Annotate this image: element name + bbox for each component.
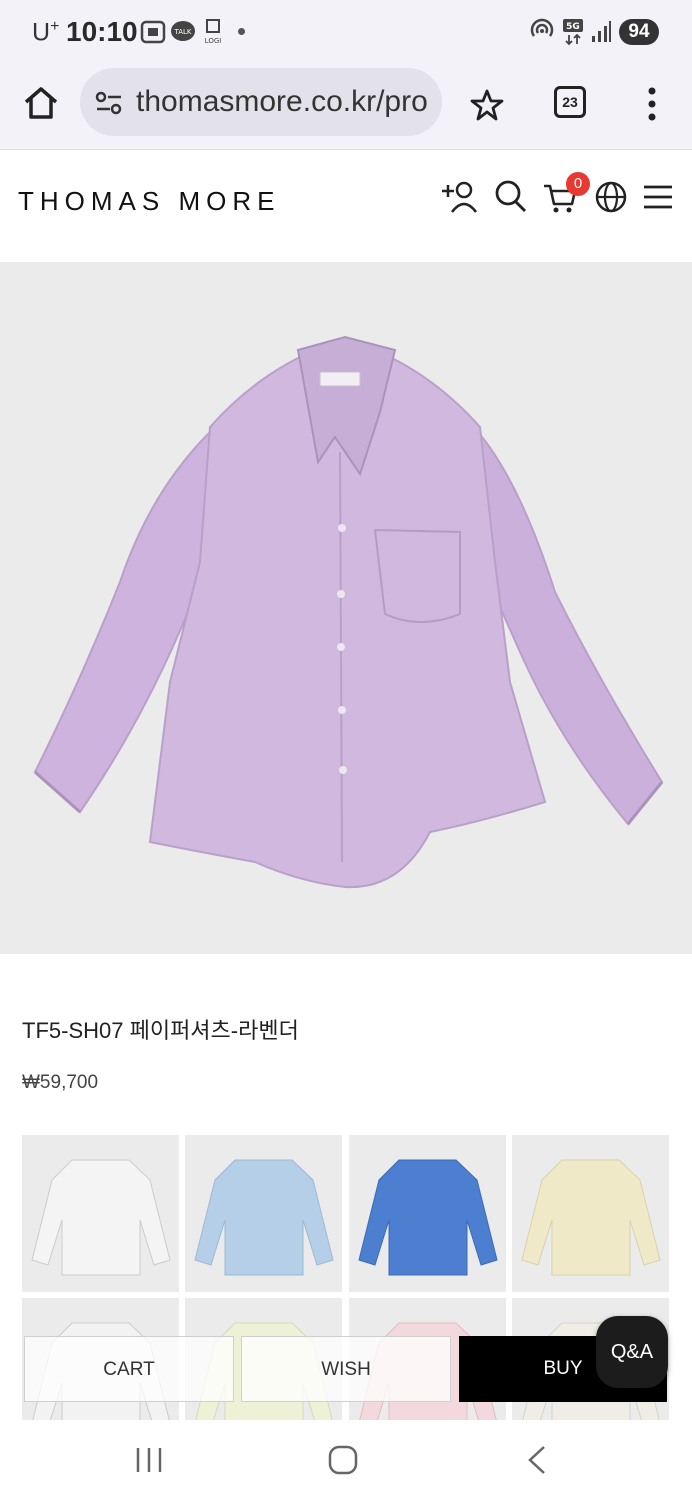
svg-text:LOGI: LOGI	[205, 37, 222, 45]
screenshot-icon	[140, 20, 166, 44]
clock: 10:10	[66, 16, 138, 47]
wishlist-button[interactable]: WISH	[241, 1336, 451, 1402]
svg-text:TALK: TALK	[173, 28, 191, 36]
add-to-cart-button[interactable]: CART	[24, 1336, 234, 1402]
back-icon[interactable]	[524, 1444, 550, 1476]
more-vert-icon[interactable]	[640, 86, 664, 122]
home-icon[interactable]	[22, 84, 60, 122]
home-nav-icon[interactable]	[327, 1444, 359, 1476]
cart-count-badge: 0	[566, 172, 590, 196]
variant-shirt-image	[358, 1159, 498, 1276]
battery-indicator: 94	[619, 19, 659, 45]
bookmark-star-icon[interactable]	[470, 88, 504, 122]
address-bar[interactable]: thomasmore.co.kr/pro	[80, 68, 442, 136]
qa-button[interactable]: Q&A	[596, 1316, 668, 1388]
status-bar: U+ 10:10 TALK LOGI 5G 94	[0, 0, 692, 64]
url-text: thomasmore.co.kr/pro	[136, 85, 428, 118]
variant-thumbnail[interactable]	[349, 1135, 506, 1292]
product-price: ₩59,700	[22, 1072, 99, 1093]
shirt-illustration	[33, 335, 664, 889]
system-nav-bar	[0, 1420, 692, 1500]
hotspot-icon	[530, 18, 554, 37]
site-logo[interactable]: THOMAS MORE	[18, 186, 280, 217]
variant-thumbnail[interactable]	[22, 1135, 179, 1292]
network-icon: 5G	[563, 19, 583, 46]
site-header: THOMAS MORE 0	[0, 150, 692, 260]
add-user-icon[interactable]	[440, 178, 478, 216]
product-title: TF5-SH07 페이퍼셔츠-라벤더	[22, 1018, 299, 1043]
recent-apps-icon[interactable]	[134, 1444, 164, 1476]
browser-toolbar: thomasmore.co.kr/pro 23	[0, 64, 692, 150]
notification-dot	[238, 28, 245, 35]
variant-thumbnail[interactable]	[185, 1135, 342, 1292]
talk-icon: TALK	[171, 21, 195, 41]
variant-shirt-image	[31, 1159, 171, 1276]
variant-thumbnail[interactable]	[512, 1135, 669, 1292]
product-main-image[interactable]	[0, 262, 692, 954]
site-settings-icon[interactable]	[94, 90, 124, 116]
logi-icon: LOGI	[205, 19, 222, 45]
carrier-label: U+	[32, 18, 60, 47]
globe-icon[interactable]	[594, 178, 628, 216]
hamburger-menu-icon[interactable]	[642, 178, 674, 216]
tab-switcher-button[interactable]: 23	[554, 86, 586, 118]
signal-icon	[592, 21, 611, 42]
search-icon[interactable]	[494, 178, 528, 216]
variant-shirt-image	[194, 1159, 334, 1276]
svg-text:5G: 5G	[566, 22, 580, 32]
variant-shirt-image	[521, 1159, 661, 1276]
